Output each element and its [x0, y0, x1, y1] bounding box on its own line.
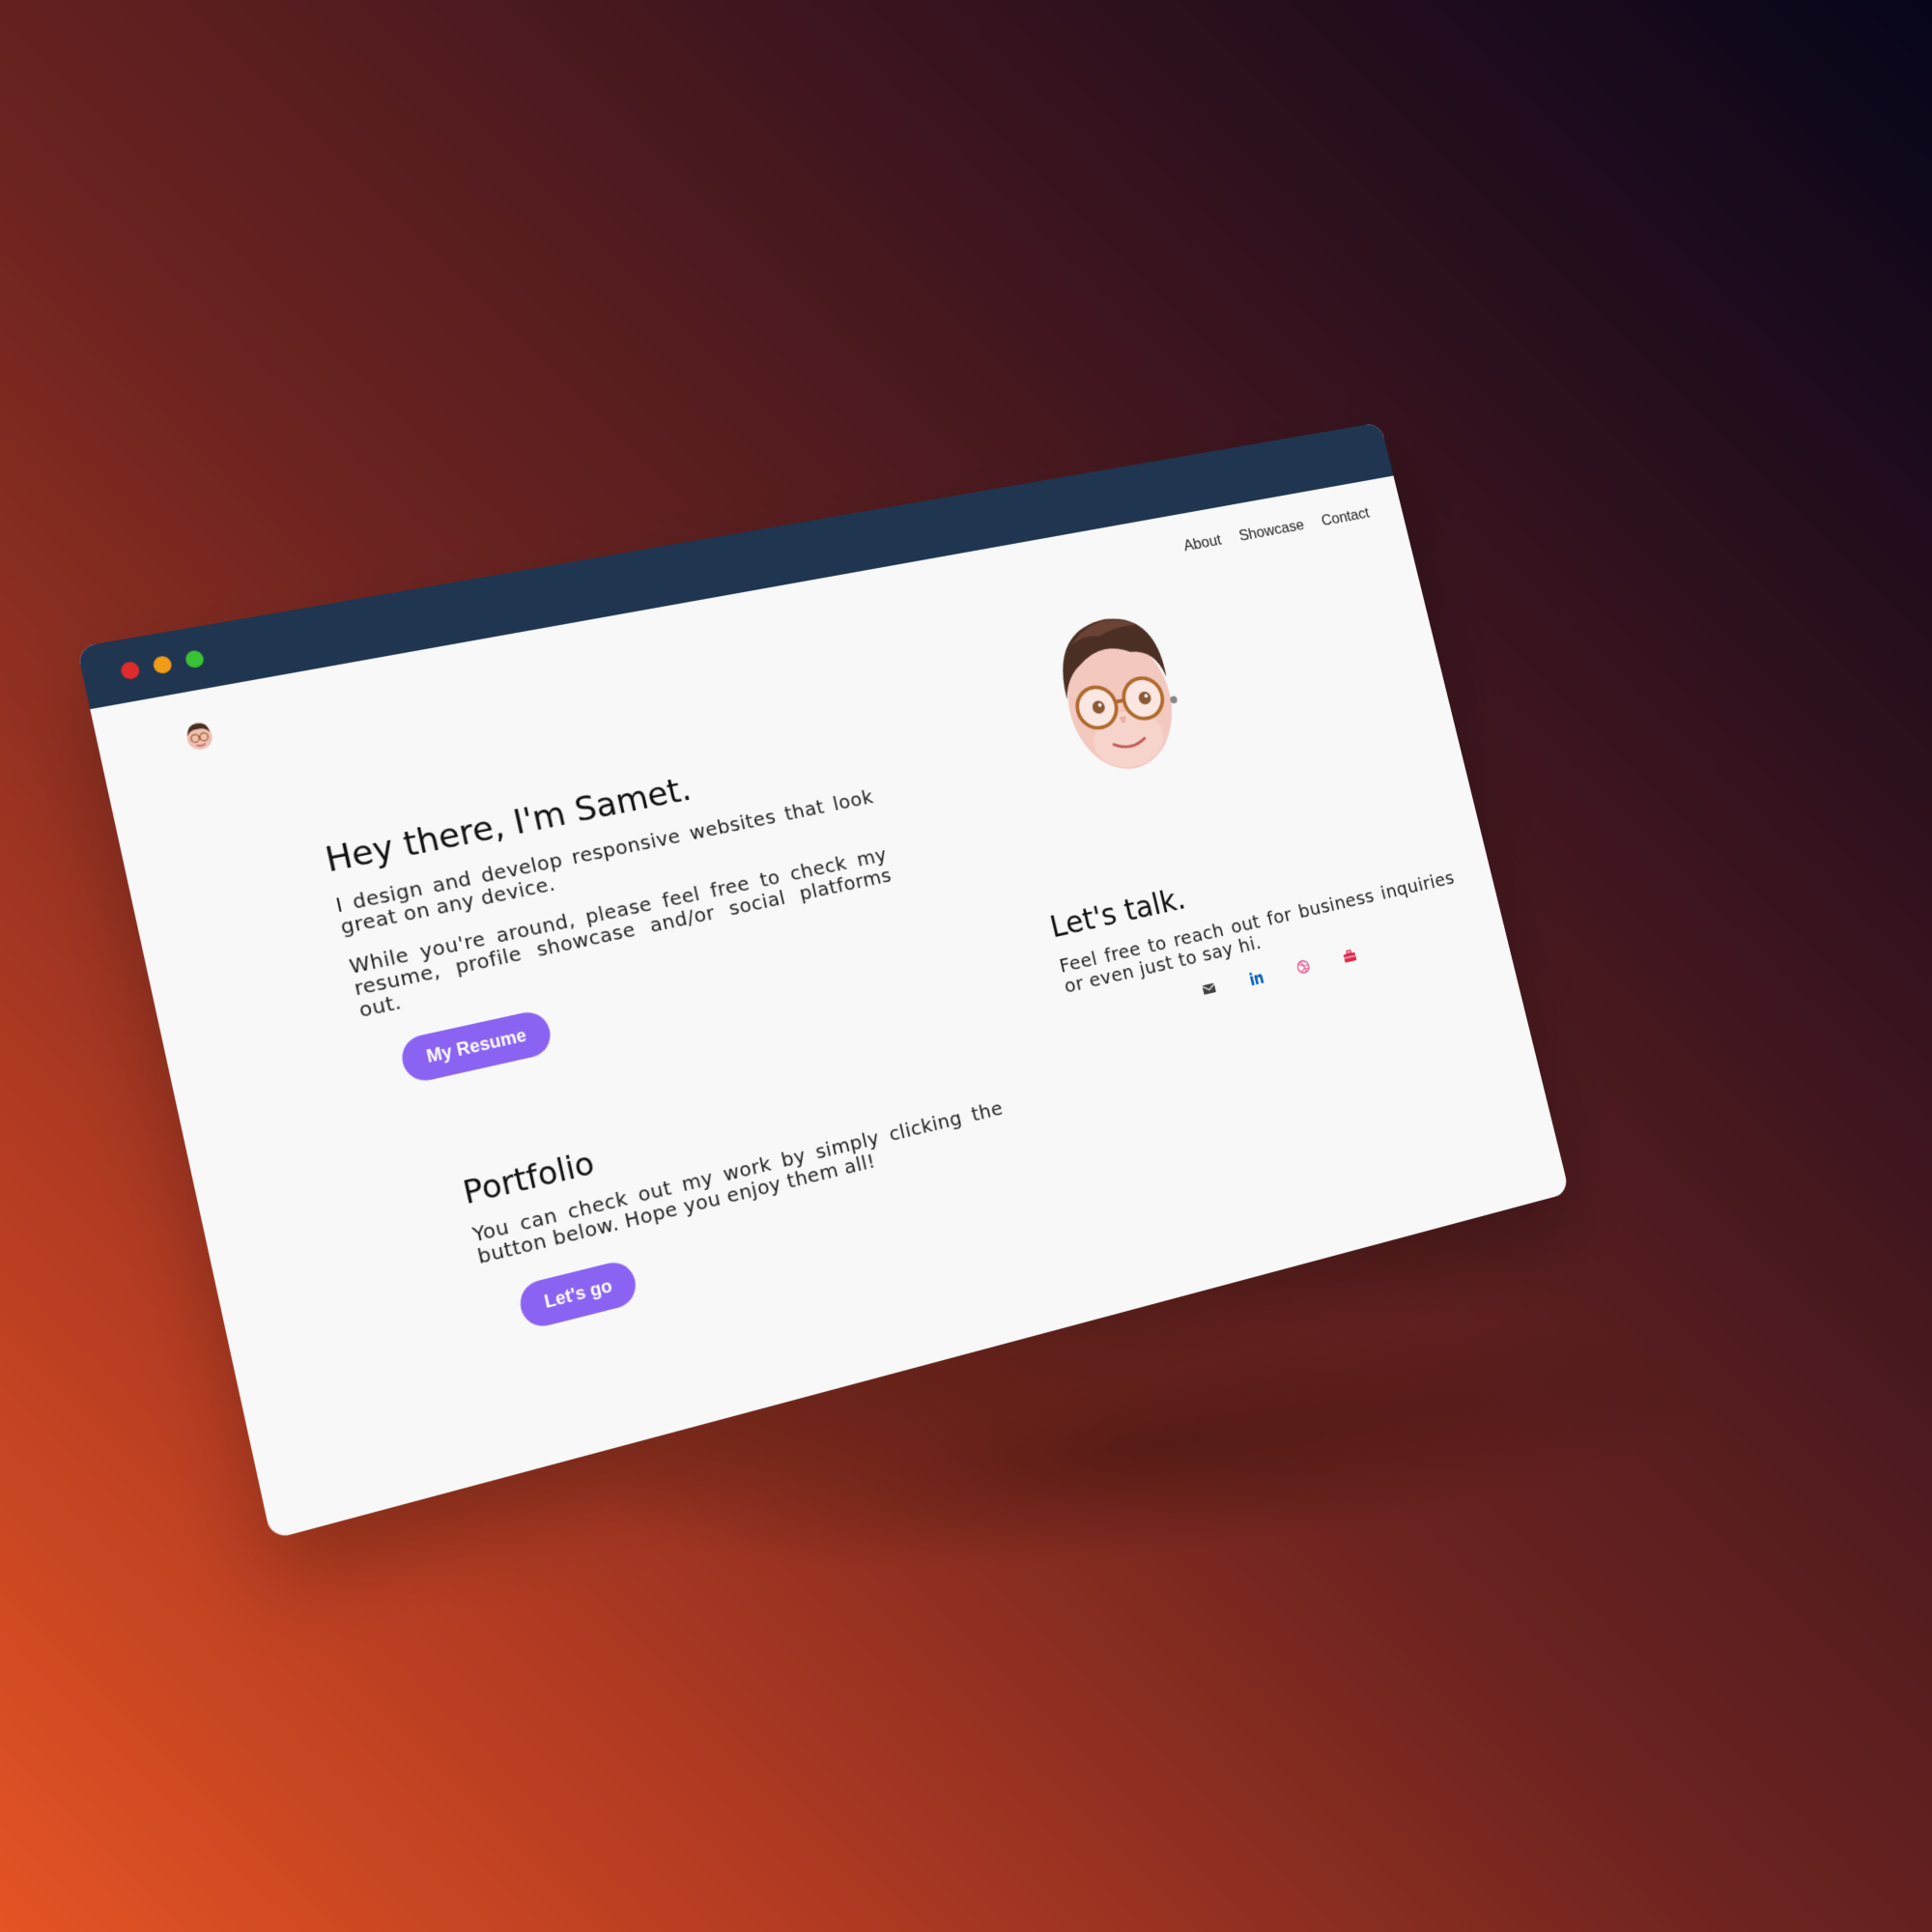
memoji-avatar-icon: [1050, 610, 1185, 779]
hero-section: Hey there, I'm Samet. I design and devel…: [322, 735, 914, 1092]
linkedin-icon[interactable]: [1248, 969, 1265, 986]
close-dot[interactable]: [119, 660, 141, 681]
nav-contact[interactable]: Contact: [1320, 504, 1371, 530]
envelope-icon[interactable]: [1201, 980, 1218, 997]
lets-go-button[interactable]: Let's go: [516, 1258, 640, 1331]
nav-showcase[interactable]: Showcase: [1237, 516, 1306, 545]
window-controls: [119, 649, 206, 681]
maximize-dot[interactable]: [184, 649, 206, 669]
briefcase-icon[interactable]: [1342, 948, 1358, 965]
resume-button[interactable]: My Resume: [397, 1008, 555, 1086]
portfolio-section: Portfolio You can check out my work by s…: [460, 1050, 1026, 1339]
contact-section: Let's talk. Feel free to reach out for b…: [1046, 823, 1468, 1028]
top-nav: About Showcase Contact: [1181, 504, 1371, 555]
minimize-dot[interactable]: [152, 654, 174, 675]
dribbble-icon[interactable]: [1294, 958, 1311, 976]
memoji-logo-icon[interactable]: [178, 716, 220, 756]
nav-about[interactable]: About: [1181, 531, 1223, 555]
